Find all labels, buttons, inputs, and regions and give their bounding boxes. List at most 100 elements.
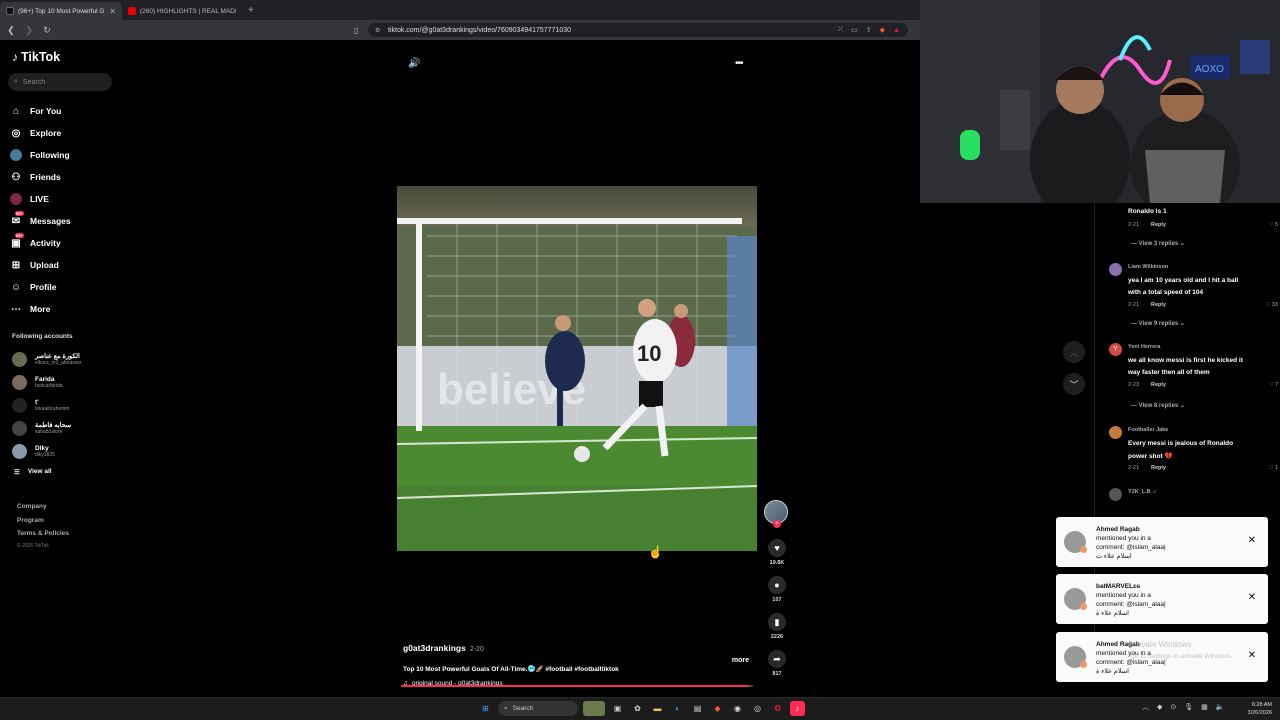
comment-like-button[interactable]: ♡ 1 xyxy=(1268,465,1278,471)
messages-badge: 99+ xyxy=(15,211,24,216)
save-button[interactable]: ▮ 2226 xyxy=(764,613,790,650)
speaker-icon[interactable]: 🔈 xyxy=(1216,703,1225,711)
network-icon[interactable]: ▦ xyxy=(1201,703,1208,711)
avatar[interactable] xyxy=(1109,426,1122,439)
store-icon[interactable]: ▤ xyxy=(690,701,705,716)
like-button[interactable]: ♥ 19.8K xyxy=(764,539,790,576)
account-item[interactable]: الكورة مع عناصر elkora_m3_abnasser xyxy=(12,348,82,371)
browser-tab-youtube[interactable]: (260) HIGHLIGHTS | REAL MADRID 2 xyxy=(122,2,242,20)
windows-start-icon[interactable]: ⊞ xyxy=(478,701,493,716)
account-item[interactable]: t' tokaaibrahemm xyxy=(12,394,82,417)
avatar[interactable]: Y xyxy=(1109,343,1122,356)
reply-button[interactable]: Reply xyxy=(1151,382,1166,388)
account-item[interactable]: Dlky dlky3825 xyxy=(12,440,82,463)
nav-item-upload[interactable]: ⊞ Upload xyxy=(10,254,71,276)
tiktok-app-icon[interactable]: ♪ xyxy=(790,701,805,716)
steam-icon[interactable]: ◉ xyxy=(730,701,745,716)
close-icon[interactable]: ✕ xyxy=(1248,650,1256,661)
share-icon[interactable]: ⇪ xyxy=(866,26,872,34)
comment-username[interactable]: Y2K_L.B ♫ xyxy=(1128,489,1156,495)
creator-avatar[interactable]: + xyxy=(764,500,788,528)
nav-item-explore[interactable]: ◎ Explore xyxy=(10,122,71,144)
app-icon[interactable]: ❂ xyxy=(770,701,785,716)
footer-link-program[interactable]: Program xyxy=(17,514,69,528)
tray-app-icon[interactable]: ◆ xyxy=(1157,703,1162,711)
url-bar[interactable]: ▯ ⚙ tiktok.com/@g0at3drankings/video/760… xyxy=(354,23,908,37)
close-icon[interactable]: ✕ xyxy=(1248,592,1256,603)
view-replies-button[interactable]: — View 3 replies ⌄ xyxy=(1131,240,1185,247)
footer-link-company[interactable]: Company xyxy=(17,500,69,514)
url-text: tiktok.com/@g0at3drankings/video/7609034… xyxy=(388,26,572,34)
mute-icon[interactable]: ⤫ xyxy=(838,26,844,34)
avatar[interactable] xyxy=(1109,263,1122,276)
obs-icon[interactable]: ◎ xyxy=(750,701,765,716)
nav-item-following[interactable]: Following xyxy=(10,144,71,166)
new-tab-icon[interactable]: + xyxy=(248,5,254,16)
brave-shield-icon[interactable]: ◆ xyxy=(880,26,885,34)
comment-username[interactable]: Liam Wilkinson xyxy=(1128,264,1168,270)
comment-button[interactable]: ● 107 xyxy=(764,576,790,613)
like-count: 19.8K xyxy=(769,560,785,566)
view-replies-button[interactable]: — View 8 replies ⌄ xyxy=(1131,402,1185,409)
taskbar-search[interactable]: ⌕ Search xyxy=(498,701,578,716)
edge-icon[interactable]: ◐ xyxy=(670,701,685,716)
account-item[interactable]: سحابه فاطمة sahab1store xyxy=(12,417,82,440)
search-input[interactable]: ⌕ Search xyxy=(8,73,112,91)
more-options-icon[interactable]: ••• xyxy=(735,58,743,69)
comment-like-button[interactable]: ♡ 33 xyxy=(1265,302,1278,308)
task-view-icon[interactable]: ▣ xyxy=(610,701,625,716)
close-tab-icon[interactable]: ✕ xyxy=(109,7,116,16)
webcam-image: AOXO xyxy=(920,0,1280,203)
bookmark-icon[interactable]: ▯ xyxy=(354,26,358,35)
tray-chevron-icon[interactable]: ︿ xyxy=(1142,702,1149,712)
volume-icon[interactable]: 🔊 xyxy=(408,58,420,69)
reload-icon[interactable]: ↻ xyxy=(40,25,54,36)
comment-like-button[interactable]: ♡ 5 xyxy=(1268,222,1278,228)
nav-item-more[interactable]: ⋯ More xyxy=(10,298,71,320)
mention-notification[interactable]: Ahmed Ragab mentioned you in a comment: @i… xyxy=(1056,517,1268,567)
nav-item-friends[interactable]: ⚇ Friends xyxy=(10,166,71,188)
back-icon[interactable]: ❮ xyxy=(4,25,18,36)
comment-username[interactable]: Footballer Jake xyxy=(1128,427,1168,433)
follow-plus-icon[interactable]: + xyxy=(773,520,781,528)
footer-link-terms[interactable]: Terms & Policies xyxy=(17,527,69,541)
microphone-icon[interactable]: 🎙 xyxy=(1184,703,1193,711)
author-name[interactable]: g0at3drankings xyxy=(403,643,466,653)
nav-item-profile[interactable]: ☺ Profile xyxy=(10,276,71,298)
share-button[interactable]: ➦ 817 xyxy=(764,650,790,687)
comment-username[interactable]: Yeni Herrera xyxy=(1128,344,1160,350)
widgets-icon[interactable] xyxy=(583,701,605,716)
nav-item-for-you[interactable]: ⌂ For You xyxy=(10,100,71,122)
browser-tab-tiktok[interactable]: (96+) Top 10 Most Powerful G ✕ xyxy=(0,2,122,20)
avatar[interactable] xyxy=(1109,488,1122,501)
tray-app-icon[interactable]: ⊙ xyxy=(1170,703,1176,711)
forward-icon[interactable]: ❯ xyxy=(22,25,36,36)
mention-notification[interactable]: batMARVELɛɢ mentioned you in a comment: @i… xyxy=(1056,574,1268,624)
share-arrow-icon: ➦ xyxy=(768,650,786,668)
copilot-icon[interactable]: ✿ xyxy=(630,701,645,716)
more-button[interactable]: more xyxy=(732,657,749,664)
next-video-button[interactable]: ﹀ xyxy=(1063,373,1085,395)
video-player[interactable]: believe 10 xyxy=(397,186,757,551)
comment-like-button[interactable]: ♡ 7 xyxy=(1268,382,1278,388)
site-info-icon[interactable]: ⚙ xyxy=(375,27,380,34)
file-explorer-icon[interactable]: ▬ xyxy=(650,701,665,716)
previous-video-button[interactable]: ︿ xyxy=(1063,341,1085,363)
nav-item-activity[interactable]: ▣ 99+ Activity xyxy=(10,232,71,254)
reply-button[interactable]: Reply xyxy=(1151,465,1166,471)
compass-icon: ◎ xyxy=(11,127,21,139)
rewards-icon[interactable]: ▲ xyxy=(893,27,900,34)
nav-item-live[interactable]: LIVE xyxy=(10,188,71,210)
close-icon[interactable]: ✕ xyxy=(1248,535,1256,546)
reply-button[interactable]: Reply xyxy=(1151,302,1166,308)
pip-icon[interactable]: ▭ xyxy=(851,26,858,34)
reply-button[interactable]: Reply xyxy=(1151,222,1166,228)
account-item[interactable]: Farida fastcarfarida xyxy=(12,371,82,394)
video-progress-bar[interactable] xyxy=(401,685,753,687)
brave-icon[interactable]: ◆ xyxy=(710,701,725,716)
view-replies-button[interactable]: — View 9 replies ⌄ xyxy=(1131,320,1185,327)
tiktok-logo[interactable]: ♪ TikTok xyxy=(12,50,60,64)
nav-item-messages[interactable]: ✉ 99+ Messages xyxy=(10,210,71,232)
taskbar-clock[interactable]: 6:28 AM 3/26/2026 xyxy=(1248,701,1272,717)
view-all-button[interactable]: ☰ View all xyxy=(14,468,52,476)
